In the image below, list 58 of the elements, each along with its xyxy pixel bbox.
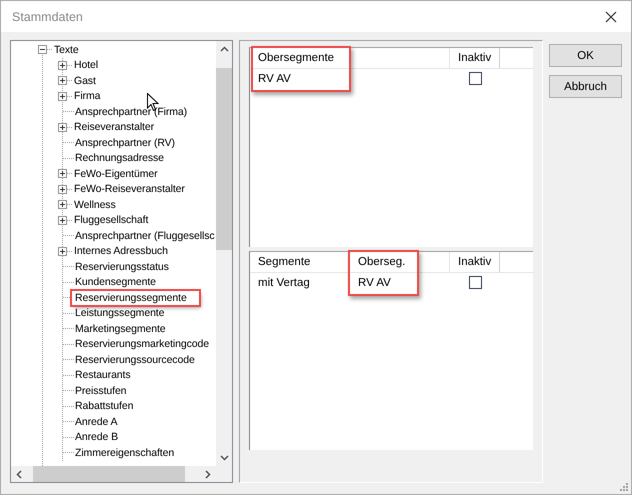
expand-icon[interactable] — [58, 216, 67, 225]
column-header[interactable]: Inaktiv — [450, 48, 500, 69]
tree-item[interactable]: Firma — [73, 89, 102, 104]
tree-item[interactable]: Anrede B — [74, 430, 119, 444]
tree-item[interactable]: Ansprechpartner (RV) — [74, 136, 176, 150]
tree-item[interactable]: Rabattstufen — [74, 399, 134, 414]
column-header[interactable]: Oberseg. — [350, 252, 450, 273]
tree-item[interactable]: Leistungssegmente — [74, 306, 166, 320]
dialog-button[interactable]: OK — [549, 44, 622, 67]
expand-icon[interactable] — [58, 92, 67, 101]
table-cell-text: mit Vertag — [257, 276, 311, 291]
window-title: Stammdaten — [12, 10, 83, 24]
column-header[interactable]: Inaktiv — [450, 252, 500, 273]
tree-item[interactable]: FeWo-Eigentümer — [73, 166, 159, 181]
expand-icon[interactable] — [58, 122, 67, 132]
expand-icon[interactable] — [58, 184, 67, 194]
tree-item[interactable]: Fluggesellschaft — [73, 213, 150, 228]
scroll-right-icon[interactable] — [205, 470, 211, 478]
tree-item[interactable]: Zimmereigenschaften — [74, 446, 176, 460]
expand-icon[interactable] — [58, 169, 67, 178]
tree-item[interactable]: Anrede A — [74, 414, 118, 429]
scroll-left-icon[interactable] — [16, 470, 22, 478]
tree-item[interactable]: Kundensegmente — [74, 275, 157, 290]
tree-item[interactable]: Reservierungsstatus — [74, 260, 170, 274]
close-icon[interactable] — [605, 10, 617, 22]
tree-item[interactable]: Ansprechpartner (Firma) — [74, 104, 188, 119]
scroll-up-icon[interactable] — [220, 46, 228, 52]
tree-item[interactable]: FeWo-Reiseveranstalter — [73, 182, 186, 196]
resize-grip-icon[interactable] — [619, 482, 628, 491]
scroll-down-icon[interactable] — [220, 455, 228, 461]
tree-item[interactable]: Internes Adressbuch — [73, 244, 169, 258]
tree-item[interactable]: Reservierungssourcecode — [74, 352, 196, 367]
tree-item[interactable]: Reiseveranstalter — [73, 120, 156, 134]
tree-item[interactable]: Hotel — [73, 58, 100, 72]
tree-item[interactable]: Reservierungssegmente — [72, 290, 199, 305]
dialog-button[interactable]: Abbruch — [549, 75, 622, 98]
expand-icon[interactable] — [58, 246, 67, 256]
tree-item[interactable]: Marketingsegmente — [74, 322, 167, 336]
tree-item[interactable]: Ansprechpartner (Fluggesellsc — [74, 228, 216, 243]
horizontal-scrollbar[interactable] — [11, 466, 216, 482]
column-header[interactable]: Obersegmente — [250, 48, 450, 69]
checkbox[interactable] — [469, 72, 482, 85]
expand-icon[interactable] — [58, 76, 67, 86]
table-cell-text: RV AV — [257, 72, 292, 87]
checkbox[interactable] — [469, 276, 482, 289]
tree-item[interactable]: Preisstufen — [74, 384, 128, 398]
collapse-icon[interactable] — [38, 45, 47, 54]
tree-item[interactable]: Rechnungsadresse — [74, 151, 165, 166]
tree-item[interactable]: Gast — [73, 74, 97, 88]
tree-item[interactable]: Reservierungsmarketingcode — [74, 337, 210, 352]
column-header[interactable]: Segmente — [250, 252, 350, 273]
expand-icon[interactable] — [58, 60, 67, 70]
tree-item[interactable]: Wellness — [73, 198, 117, 212]
table-cell-text: RV AV — [357, 276, 392, 291]
vertical-scrollbar[interactable] — [216, 41, 232, 466]
tree-item[interactable]: Texte — [53, 42, 80, 57]
tree-item[interactable]: Restaurants — [74, 368, 132, 382]
expand-icon[interactable] — [58, 200, 67, 210]
